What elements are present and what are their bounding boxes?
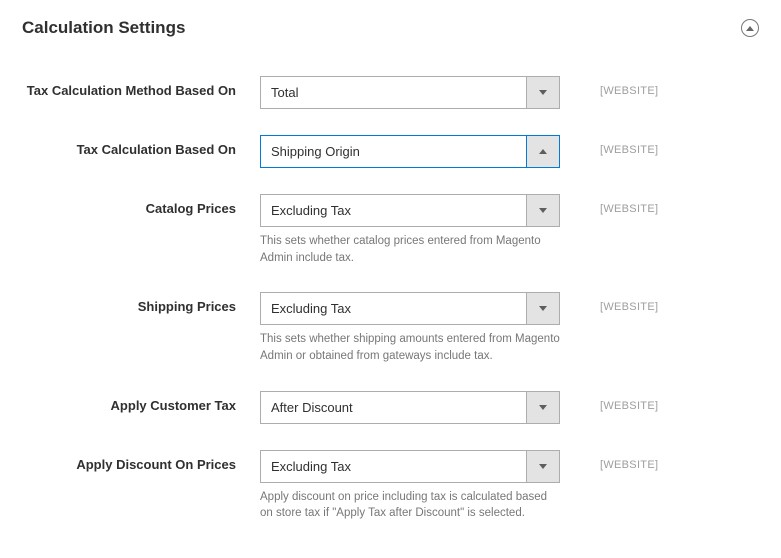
scope-label: [WEBSITE]: [560, 194, 680, 215]
field-tax-calculation-based-on: Tax Calculation Based On Shipping Origin…: [22, 135, 759, 168]
field-label: Tax Calculation Based On: [22, 135, 260, 157]
collapse-icon[interactable]: [741, 19, 759, 37]
field-control: Excluding Tax This sets whether catalog …: [260, 194, 560, 266]
select-value: After Discount: [261, 392, 526, 423]
scope-label: [WEBSITE]: [560, 76, 680, 97]
field-apply-discount-on-prices: Apply Discount On Prices Excluding Tax A…: [22, 450, 759, 522]
field-note: Apply discount on price including tax is…: [260, 489, 560, 522]
field-control: After Discount: [260, 391, 560, 424]
field-label: Tax Calculation Method Based On: [22, 76, 260, 98]
form-body: Tax Calculation Method Based On Total [W…: [22, 56, 759, 522]
select-value: Shipping Origin: [261, 136, 526, 167]
scope-label: [WEBSITE]: [560, 391, 680, 412]
chevron-down-icon: [526, 392, 559, 423]
select-tax-calculation-based-on[interactable]: Shipping Origin: [260, 135, 560, 168]
field-label: Catalog Prices: [22, 194, 260, 216]
select-catalog-prices[interactable]: Excluding Tax: [260, 194, 560, 227]
calculation-settings-section: Calculation Settings Tax Calculation Met…: [0, 0, 781, 558]
field-control: Shipping Origin: [260, 135, 560, 168]
field-shipping-prices: Shipping Prices Excluding Tax This sets …: [22, 292, 759, 364]
select-value: Total: [261, 77, 526, 108]
select-shipping-prices[interactable]: Excluding Tax: [260, 292, 560, 325]
field-note: This sets whether shipping amounts enter…: [260, 331, 560, 364]
select-value: Excluding Tax: [261, 293, 526, 324]
select-tax-calculation-method[interactable]: Total: [260, 76, 560, 109]
field-label: Apply Discount On Prices: [22, 450, 260, 472]
select-apply-customer-tax[interactable]: After Discount: [260, 391, 560, 424]
scope-label: [WEBSITE]: [560, 135, 680, 156]
section-title: Calculation Settings: [22, 18, 185, 38]
field-catalog-prices: Catalog Prices Excluding Tax This sets w…: [22, 194, 759, 266]
scope-label: [WEBSITE]: [560, 450, 680, 471]
chevron-down-icon: [526, 451, 559, 482]
chevron-down-icon: [526, 195, 559, 226]
section-header[interactable]: Calculation Settings: [22, 18, 759, 56]
chevron-down-icon: [526, 293, 559, 324]
field-apply-customer-tax: Apply Customer Tax After Discount [WEBSI…: [22, 391, 759, 424]
field-note: This sets whether catalog prices entered…: [260, 233, 560, 266]
field-control: Total: [260, 76, 560, 109]
field-control: Excluding Tax Apply discount on price in…: [260, 450, 560, 522]
chevron-up-icon: [526, 136, 559, 167]
select-apply-discount-on-prices[interactable]: Excluding Tax: [260, 450, 560, 483]
field-tax-calculation-method: Tax Calculation Method Based On Total [W…: [22, 76, 759, 109]
chevron-down-icon: [526, 77, 559, 108]
field-label: Shipping Prices: [22, 292, 260, 314]
field-label: Apply Customer Tax: [22, 391, 260, 413]
field-control: Excluding Tax This sets whether shipping…: [260, 292, 560, 364]
scope-label: [WEBSITE]: [560, 292, 680, 313]
select-value: Excluding Tax: [261, 451, 526, 482]
select-value: Excluding Tax: [261, 195, 526, 226]
